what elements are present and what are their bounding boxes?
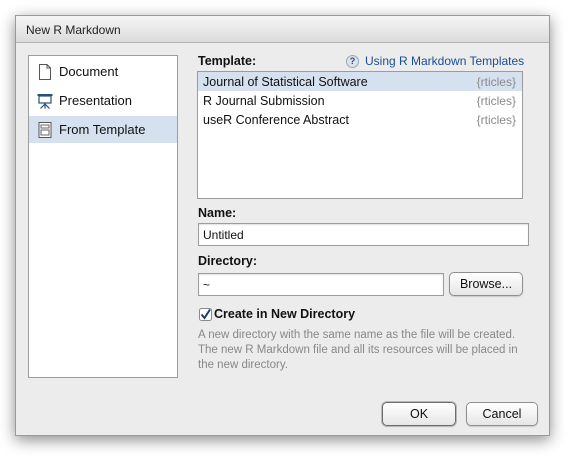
presentation-icon [37, 93, 53, 109]
template-package: {rticles} [476, 93, 516, 108]
template-name: useR Conference Abstract [203, 112, 349, 127]
create-dir-help-text: A new directory with the same name as th… [198, 329, 518, 371]
name-label: Name: [198, 206, 237, 220]
document-type-list: Document Presentation From Template [28, 55, 178, 378]
create-dir-checkbox[interactable] [199, 307, 212, 321]
ok-button[interactable]: OK [382, 402, 456, 426]
template-row[interactable]: Journal of Statistical Software {rticles… [198, 72, 522, 91]
dialog-title: New R Markdown [26, 23, 121, 37]
template-package: {rticles} [476, 74, 516, 89]
create-dir-label: Create in New Directory [214, 307, 356, 321]
create-dir-option[interactable]: Create in New Directory [199, 307, 355, 321]
new-r-markdown-dialog: New R Markdown Document Presentation Fro… [15, 15, 550, 436]
template-row[interactable]: useR Conference Abstract {rticles} [198, 110, 522, 129]
document-icon [37, 63, 53, 80]
type-item-label: Presentation [59, 93, 132, 108]
browse-button[interactable]: Browse... [449, 272, 523, 296]
type-item-from-template[interactable]: From Template [29, 116, 177, 143]
template-list[interactable]: Journal of Statistical Software {rticles… [197, 71, 523, 199]
title-bar[interactable]: New R Markdown [16, 16, 549, 43]
directory-field[interactable] [198, 273, 444, 296]
cancel-button[interactable]: Cancel [466, 402, 538, 426]
template-name: Journal of Statistical Software [203, 74, 368, 89]
type-item-presentation[interactable]: Presentation [29, 87, 177, 114]
checkmark-icon [199, 307, 212, 321]
type-item-label: Document [59, 64, 119, 79]
name-field[interactable] [198, 223, 529, 246]
type-item-document[interactable]: Document [29, 58, 177, 85]
template-name: R Journal Submission [203, 93, 325, 108]
template-help[interactable]: ? Using R Markdown Templates [346, 54, 524, 68]
directory-label: Directory: [198, 254, 258, 268]
template-package: {rticles} [476, 112, 516, 127]
template-label: Template: [198, 54, 257, 68]
type-item-label: From Template [59, 122, 146, 137]
using-templates-link[interactable]: Using R Markdown Templates [365, 54, 524, 68]
help-icon: ? [346, 54, 359, 68]
template-row[interactable]: R Journal Submission {rticles} [198, 91, 522, 110]
template-icon [37, 121, 53, 138]
